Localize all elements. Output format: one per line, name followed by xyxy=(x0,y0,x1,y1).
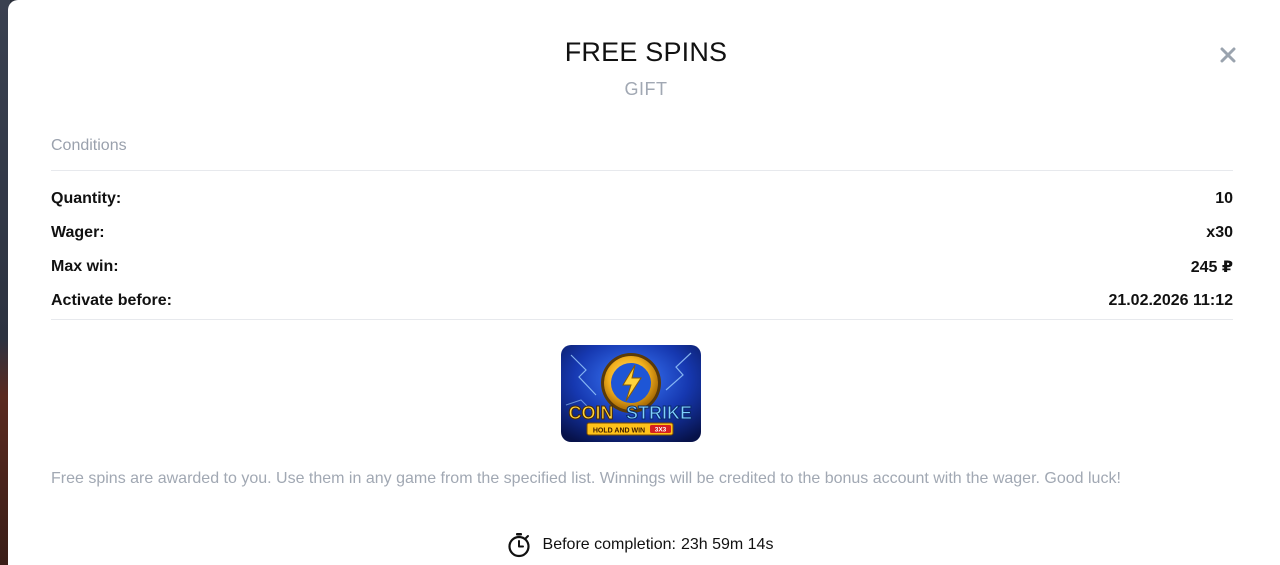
condition-label: Activate before: xyxy=(51,292,172,309)
timer-label: Before completion: xyxy=(542,536,676,553)
condition-row-max-win: Max win: 245 ₽ xyxy=(51,250,1233,284)
condition-value: 10 xyxy=(1215,190,1233,207)
game-logo-text-strike: STRIKE xyxy=(626,403,692,423)
close-icon xyxy=(1220,47,1236,63)
condition-label: Quantity: xyxy=(51,190,122,207)
game-logo-badge: 3X3 xyxy=(655,427,667,434)
modal-title: FREE SPINS xyxy=(564,37,728,67)
condition-row-wager: Wager: x30 xyxy=(51,216,1233,250)
stopwatch-icon xyxy=(507,533,530,558)
condition-label: Wager: xyxy=(51,224,105,241)
game-logo-text-coin: COIN xyxy=(569,403,614,423)
divider xyxy=(51,170,1233,171)
divider xyxy=(51,319,1233,320)
condition-label: Max win: xyxy=(51,258,119,275)
modal-subtitle: GIFT xyxy=(624,79,668,99)
condition-row-quantity: Quantity: 10 xyxy=(51,182,1233,216)
condition-value: 21.02.2026 11:12 xyxy=(1108,292,1233,309)
timer-text: Before completion: 23h 59m 14s xyxy=(543,536,774,554)
condition-value: 245 ₽ xyxy=(1190,259,1233,276)
game-logo-subtitle: HOLD AND WIN xyxy=(593,428,645,435)
countdown-timer: Before completion: 23h 59m 14s xyxy=(0,532,1280,558)
conditions-list: Quantity: 10 Wager: x30 Max win: 245 ₽ A… xyxy=(51,182,1233,318)
condition-row-activate-before: Activate before: 21.02.2026 11:12 xyxy=(51,284,1233,318)
game-thumbnail-coin-strike[interactable]: COIN STRIKE HOLD AND WIN 3X3 xyxy=(561,345,701,442)
close-button[interactable] xyxy=(1213,40,1243,70)
conditions-heading: Conditions xyxy=(51,137,127,154)
free-spins-description: Free spins are awarded to you. Use them … xyxy=(51,470,1121,487)
modal-header: FREE SPINS GIFT xyxy=(59,0,1236,120)
condition-value: x30 xyxy=(1206,224,1233,241)
game-logo: COIN STRIKE HOLD AND WIN 3X3 xyxy=(561,345,701,442)
timer-value: 23h 59m 14s xyxy=(680,536,774,553)
